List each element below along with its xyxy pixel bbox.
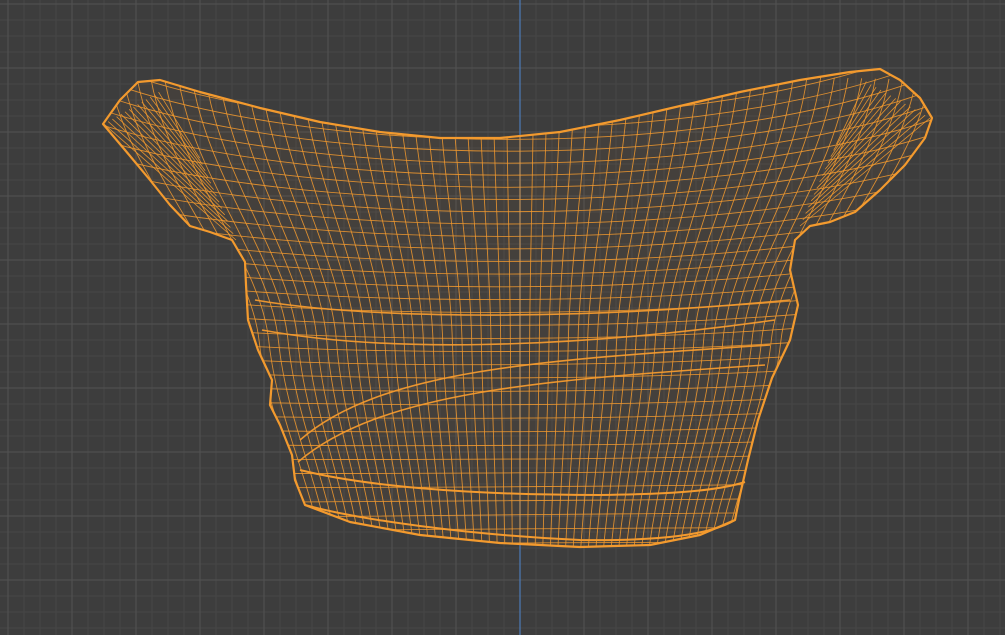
viewport-canvas[interactable] [0,0,1005,635]
3d-viewport[interactable] [0,0,1005,635]
